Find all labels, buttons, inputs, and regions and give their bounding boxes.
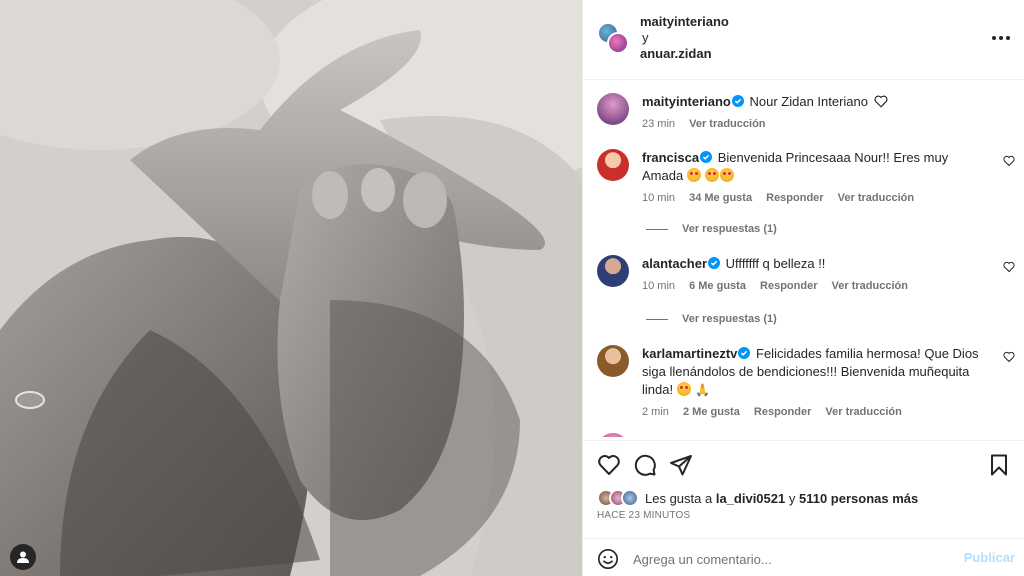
- comments-list[interactable]: maityinteriano Nour Zidan Interiano 23 m…: [583, 81, 1024, 437]
- author-connector: y: [642, 30, 649, 45]
- comment-like-heart-icon[interactable]: [1003, 261, 1015, 273]
- avatar: [621, 489, 639, 507]
- author-username[interactable]: maityinteriano: [640, 14, 729, 30]
- comment-icon[interactable]: [633, 453, 657, 477]
- liker-username[interactable]: la_divi0521: [716, 491, 785, 506]
- translate-link[interactable]: Ver traducción: [689, 118, 765, 130]
- add-comment-bar: Publicar: [583, 538, 1024, 576]
- heart-eyes-emoji-icon: [705, 168, 720, 182]
- coauthor-username[interactable]: anuar.zidan: [640, 46, 729, 62]
- posted-time: HACE 23 MINUTOS: [597, 510, 691, 521]
- emoji-icon[interactable]: [597, 548, 619, 570]
- bookmark-icon[interactable]: [987, 453, 1011, 477]
- heart-eyes-emoji-icon: [686, 168, 701, 182]
- praying-hands-emoji-icon: 🙏: [695, 383, 711, 397]
- liker-avatars: [597, 489, 641, 507]
- smiling-hearts-emoji-icon: [676, 382, 691, 396]
- likes-connector: y: [788, 490, 796, 506]
- avatar[interactable]: [597, 433, 629, 437]
- heart-icon[interactable]: [597, 453, 621, 477]
- caption-text: Nour Zidan Interiano: [749, 94, 868, 109]
- post-actions-bar: [583, 440, 1024, 480]
- white-heart-emoji-icon: [874, 95, 888, 108]
- view-replies-button[interactable]: Ver respuestas (1): [646, 313, 777, 325]
- comment-time: 2 min: [642, 406, 669, 418]
- photo-illustration: [0, 0, 582, 576]
- reply-button[interactable]: Responder: [766, 192, 823, 204]
- verified-badge-icon: [708, 257, 721, 269]
- view-replies-button[interactable]: Ver respuestas (1): [646, 223, 777, 235]
- view-replies-label: Ver respuestas (1): [682, 223, 777, 235]
- comment-time: 10 min: [642, 192, 676, 204]
- reply-button[interactable]: Responder: [760, 280, 817, 292]
- avatar: [607, 32, 629, 54]
- avatar[interactable]: [597, 149, 629, 181]
- comment-like-heart-icon[interactable]: [1003, 351, 1015, 363]
- post-header: maityinteriano y anuar.zidan: [583, 0, 1024, 80]
- comment-username[interactable]: francisca: [642, 150, 699, 165]
- post-authors: maityinteriano y anuar.zidan: [640, 14, 729, 62]
- post-side-panel: maityinteriano y anuar.zidan maityinteri…: [582, 0, 1024, 576]
- replies-divider: [646, 228, 668, 230]
- comment-input[interactable]: [633, 548, 953, 570]
- verified-badge-icon: [738, 347, 751, 359]
- comment-likes[interactable]: 34 Me gusta: [689, 192, 752, 204]
- avatar[interactable]: [597, 255, 629, 287]
- translate-link[interactable]: Ver traducción: [832, 280, 908, 292]
- likes-summary[interactable]: Les gusta a la_divi0521 y 5110 personas …: [597, 488, 918, 508]
- comment-time: 10 min: [642, 280, 676, 292]
- comment-username[interactable]: karlamartineztv: [642, 346, 737, 361]
- more-options-button[interactable]: [989, 28, 1013, 48]
- likes-others[interactable]: 5110 personas más: [799, 491, 918, 506]
- heart-eyes-emoji-icon: [720, 168, 735, 182]
- comment-likes[interactable]: 6 Me gusta: [689, 280, 746, 292]
- avatar[interactable]: [597, 93, 629, 125]
- avatar[interactable]: [597, 345, 629, 377]
- replies-divider: [646, 318, 668, 320]
- share-icon[interactable]: [669, 453, 693, 477]
- verified-badge-icon: [731, 95, 744, 107]
- user-icon: [17, 551, 29, 563]
- post-photo[interactable]: [0, 0, 582, 576]
- coauthor-avatars[interactable]: [597, 22, 629, 54]
- comment-username[interactable]: alantacher: [642, 256, 707, 271]
- reply-button[interactable]: Responder: [754, 406, 811, 418]
- likes-prefix: Les gusta a: [645, 490, 713, 506]
- comment-time: 23 min: [642, 118, 676, 130]
- verified-badge-icon: [700, 151, 713, 163]
- translate-link[interactable]: Ver traducción: [838, 192, 914, 204]
- publish-button[interactable]: Publicar: [964, 550, 1015, 565]
- more-icon: [992, 36, 1010, 40]
- comment-like-heart-icon[interactable]: [1003, 155, 1015, 167]
- comment-text: Ufffffff q belleza !!: [725, 256, 826, 271]
- tagged-user-button[interactable]: [10, 544, 36, 570]
- view-replies-label: Ver respuestas (1): [682, 313, 777, 325]
- comment-username[interactable]: maityinteriano: [642, 94, 731, 109]
- comment-likes[interactable]: 2 Me gusta: [683, 406, 740, 418]
- translate-link[interactable]: Ver traducción: [825, 406, 901, 418]
